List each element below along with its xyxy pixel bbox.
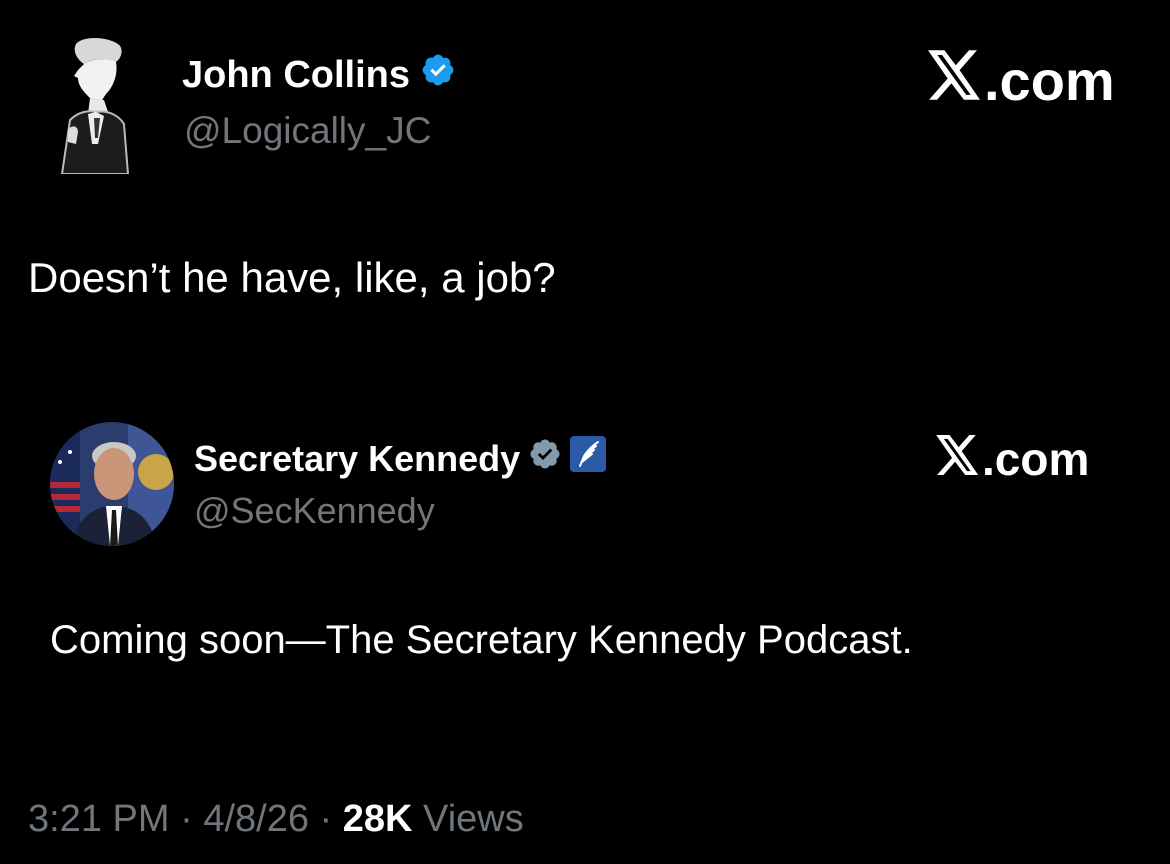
- views-label: Views: [423, 798, 524, 840]
- author-name[interactable]: John Collins: [182, 54, 410, 97]
- quoted-brand-suffix: .com: [982, 433, 1090, 485]
- quoted-author-name[interactable]: Secretary Kennedy: [194, 438, 520, 480]
- gray-verified-badge-icon: [528, 437, 562, 480]
- x-logo-icon: [928, 48, 982, 113]
- tweet-meta: 3:21 PM · 4/8/26 · 28K Views: [28, 798, 524, 841]
- avatar[interactable]: [48, 34, 134, 175]
- author-name-row: John Collins: [182, 52, 456, 98]
- hhs-eagle-icon[interactable]: [570, 436, 607, 481]
- quoted-author-name-row: Secretary Kennedy: [194, 436, 607, 481]
- meta-separator: ·: [180, 798, 193, 840]
- tweet-date[interactable]: 4/8/26: [203, 798, 309, 840]
- quoted-tweet-text: Coming soon—The Secretary Kennedy Podcas…: [50, 618, 913, 662]
- profile-photo-avatar: [50, 422, 174, 546]
- brand-suffix: .com: [984, 49, 1115, 112]
- author-handle[interactable]: @Logically_JC: [184, 110, 431, 152]
- tweet-time[interactable]: 3:21 PM: [28, 798, 170, 840]
- brand-watermark: .com: [928, 48, 1115, 113]
- verified-badge-icon: [420, 52, 456, 98]
- profile-silhouette-avatar: [60, 38, 130, 175]
- x-logo-icon: [936, 432, 980, 486]
- quoted-author-handle[interactable]: @SecKennedy: [194, 490, 435, 532]
- meta-separator: ·: [319, 798, 333, 840]
- views-count[interactable]: 28K: [343, 798, 413, 840]
- quoted-avatar[interactable]: [50, 422, 174, 546]
- tweet-text: Doesn’t he have, like, a job?: [28, 254, 556, 301]
- quoted-brand-watermark: .com: [936, 432, 1089, 486]
